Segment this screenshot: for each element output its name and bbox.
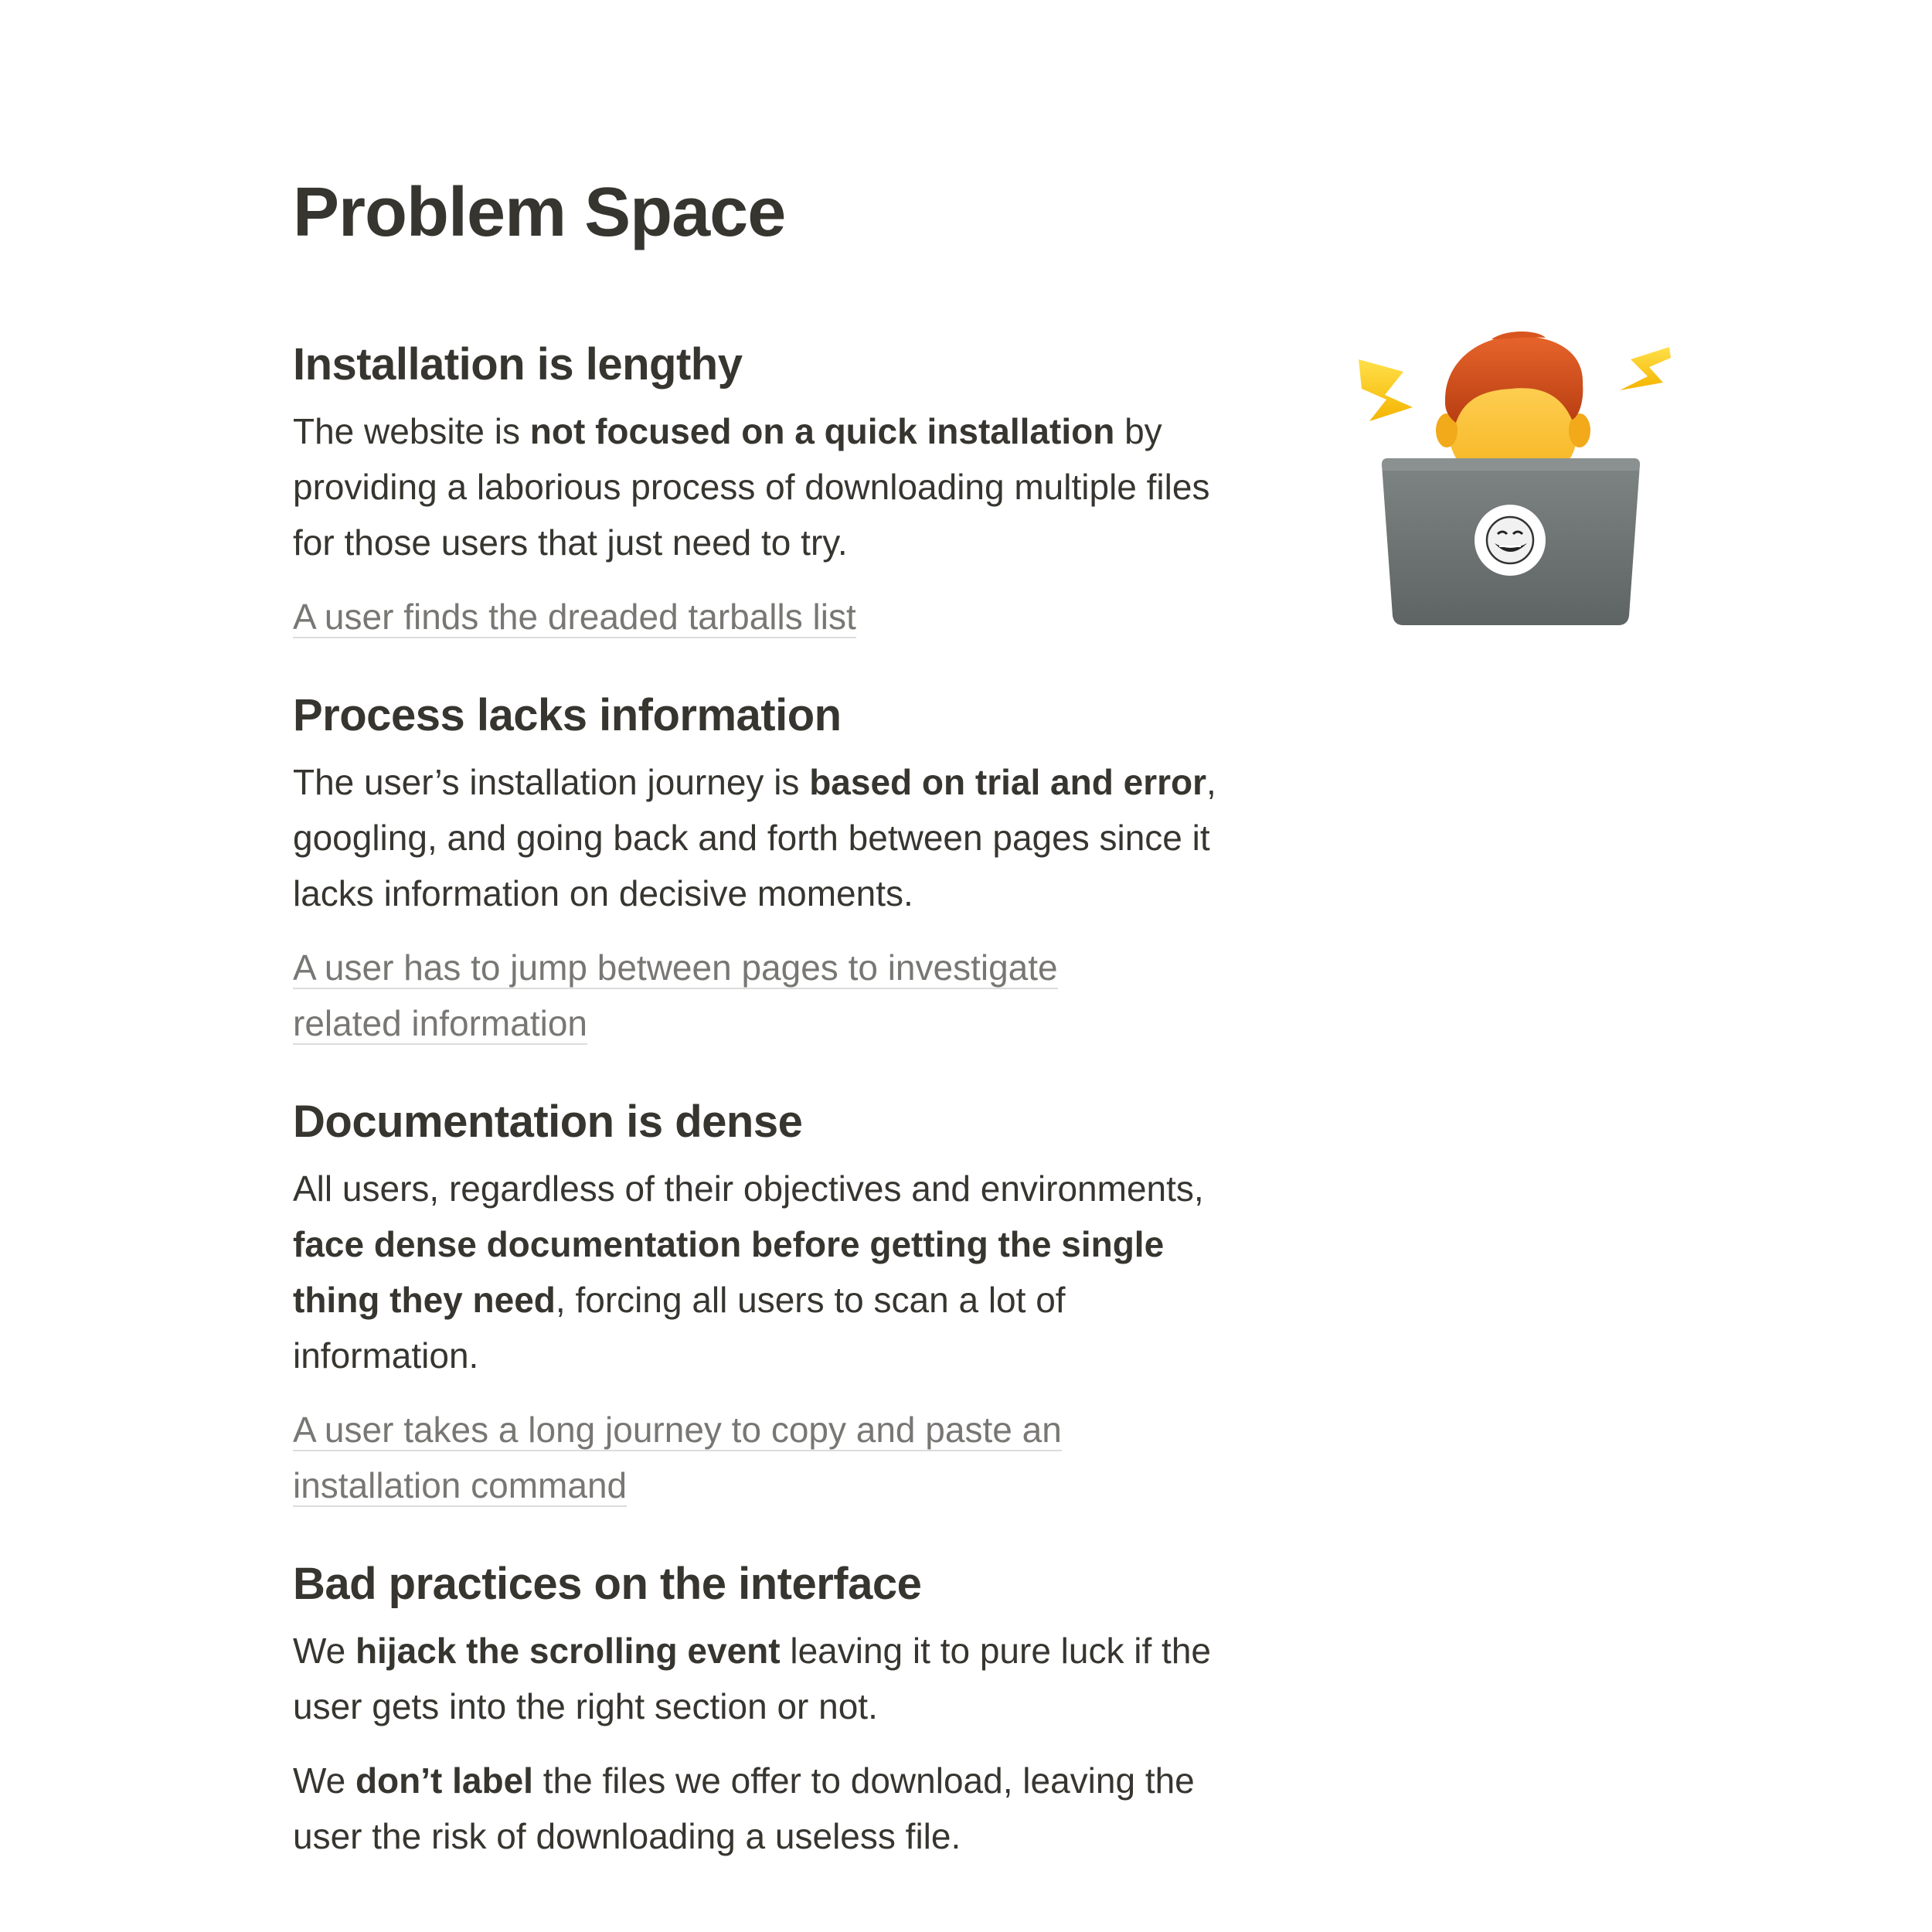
paragraph-emphasis: hijack the scrolling event xyxy=(355,1631,781,1671)
user-story-link-jump-pages[interactable]: A user has to jump between pages to inve… xyxy=(293,947,1058,1045)
section-paragraph: We don’t label the files we offer to dow… xyxy=(293,1753,1228,1864)
paragraph-text: The website is xyxy=(293,411,530,451)
paragraph-text: We xyxy=(293,1631,355,1671)
lightning-bolt-right-icon xyxy=(1620,347,1671,390)
section-installation-lengthy: Installation is lengthy The website is n… xyxy=(293,334,1228,645)
lightning-bolt-left-icon xyxy=(1359,359,1413,421)
paragraph-text: We xyxy=(293,1760,355,1801)
user-story-link-copy-paste-command[interactable]: A user takes a long journey to copy and … xyxy=(293,1410,1062,1507)
section-heading: Installation is lengthy xyxy=(293,339,743,389)
document-page: Problem Space Installation is lengthy Th… xyxy=(293,162,1228,1864)
section-heading: Bad practices on the interface xyxy=(293,1559,922,1609)
paragraph-text: All users, regardless of their objective… xyxy=(293,1168,1204,1209)
section-documentation-dense: Documentation is dense All users, regard… xyxy=(293,1091,1228,1513)
section-paragraph: We hijack the scrolling event leaving it… xyxy=(293,1623,1228,1734)
section-heading: Documentation is dense xyxy=(293,1097,803,1147)
paragraph-emphasis: don’t label xyxy=(355,1760,533,1801)
link-block: A user has to jump between pages to inve… xyxy=(293,940,1128,1051)
paragraph-emphasis: based on trial and error xyxy=(809,762,1206,802)
user-story-link-tarballs[interactable]: A user finds the dreaded tarballs list xyxy=(293,597,856,638)
section-paragraph: All users, regardless of their objective… xyxy=(293,1161,1228,1383)
paragraph-emphasis: not focused on a quick installation xyxy=(529,411,1115,451)
section-bad-practices: Bad practices on the interface We hijack… xyxy=(293,1553,1228,1864)
developer-with-laptop-memoji-icon xyxy=(1359,332,1671,625)
section-paragraph: The user’s installation journey is based… xyxy=(293,754,1228,921)
page-title: Problem Space xyxy=(293,174,786,251)
section-heading: Process lacks information xyxy=(293,690,842,740)
section-paragraph: The website is not focused on a quick in… xyxy=(293,403,1228,570)
paragraph-text: The user’s installation journey is xyxy=(293,762,810,802)
link-block: A user takes a long journey to copy and … xyxy=(293,1402,1128,1513)
section-process-lacks-information: Process lacks information The user’s ins… xyxy=(293,685,1228,1051)
link-block: A user finds the dreaded tarballs list xyxy=(293,589,1228,645)
trollface-sticker-icon xyxy=(1475,505,1546,576)
